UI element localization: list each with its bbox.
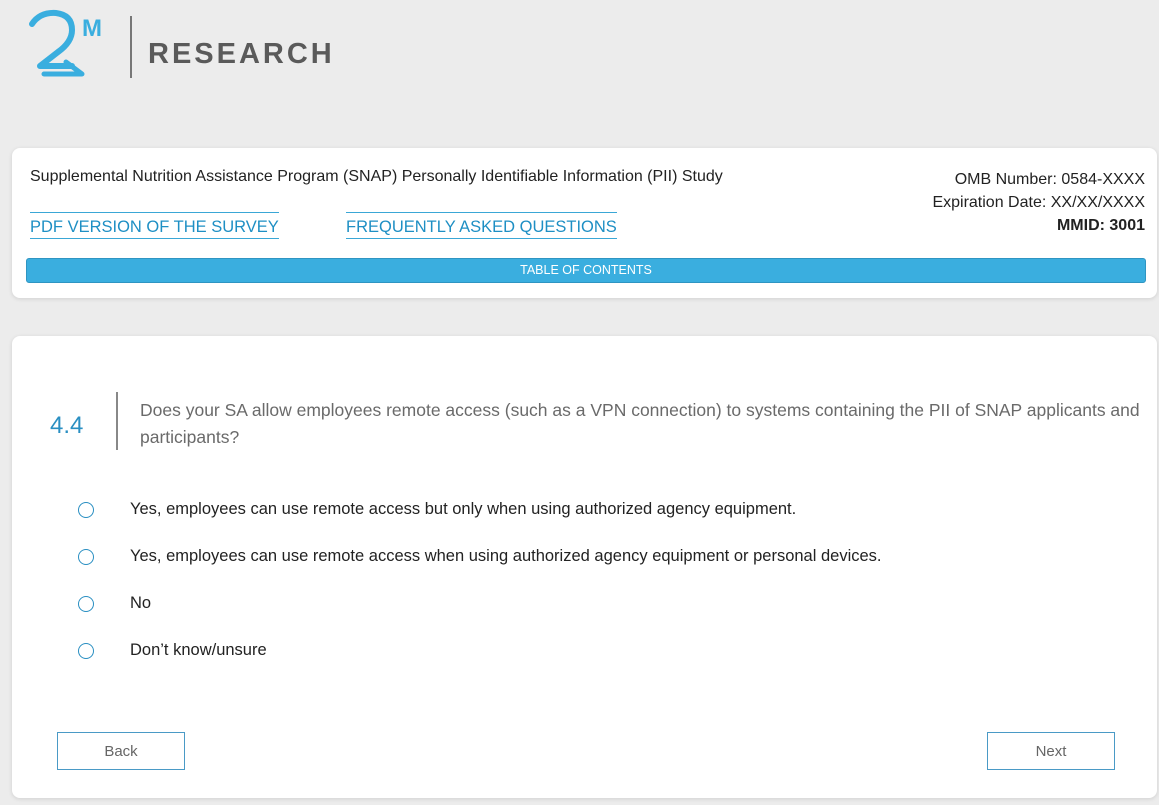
answer-option-label: Don’t know/unsure [130, 641, 267, 659]
table-of-contents-button[interactable]: TABLE OF CONTENTS [26, 258, 1146, 283]
faq-link[interactable]: FREQUENTLY ASKED QUESTIONS [346, 212, 617, 239]
answer-option-label: No [130, 594, 152, 612]
answer-option-label: Yes, employees can use remote access whe… [130, 547, 882, 565]
answer-option[interactable]: Don’t know/unsure [78, 627, 882, 674]
back-button[interactable]: Back [57, 732, 185, 770]
logo-divider [130, 16, 132, 78]
radio-button[interactable] [78, 595, 94, 612]
brand-logo: M RESEARCH [26, 8, 366, 84]
pdf-version-link[interactable]: PDF VERSION OF THE SURVEY [30, 212, 279, 239]
omb-info: OMB Number: 0584-XXXX Expiration Date: X… [932, 168, 1145, 237]
omb-number: OMB Number: 0584-XXXX [954, 171, 1145, 188]
radio-button[interactable] [78, 501, 94, 518]
logo-graphic: M RESEARCH [29, 9, 335, 78]
answer-options: Yes, employees can use remote access but… [78, 486, 882, 674]
question-divider [116, 392, 118, 450]
answer-option[interactable]: Yes, employees can use remote access but… [78, 486, 882, 533]
logo-wordmark: RESEARCH [148, 38, 335, 70]
survey-header: Supplemental Nutrition Assistance Progra… [12, 148, 1157, 298]
mmid: MMID: 3001 [1056, 217, 1145, 234]
logo-superscript: M [82, 15, 102, 42]
question-number: 4.4 [50, 412, 84, 439]
answer-option[interactable]: Yes, employees can use remote access whe… [78, 533, 882, 580]
answer-option[interactable]: No [78, 580, 882, 627]
next-button[interactable]: Next [987, 732, 1115, 770]
answer-option-label: Yes, employees can use remote access but… [130, 500, 797, 518]
radio-button[interactable] [78, 642, 94, 659]
expiration-date: Expiration Date: XX/XX/XXXX [932, 194, 1145, 211]
radio-button[interactable] [78, 548, 94, 565]
question-text: Does your SA allow employees remote acce… [140, 400, 1140, 447]
study-title: Supplemental Nutrition Assistance Progra… [30, 168, 723, 185]
question-card: 4.4 Does your SA allow employees remote … [12, 336, 1157, 798]
